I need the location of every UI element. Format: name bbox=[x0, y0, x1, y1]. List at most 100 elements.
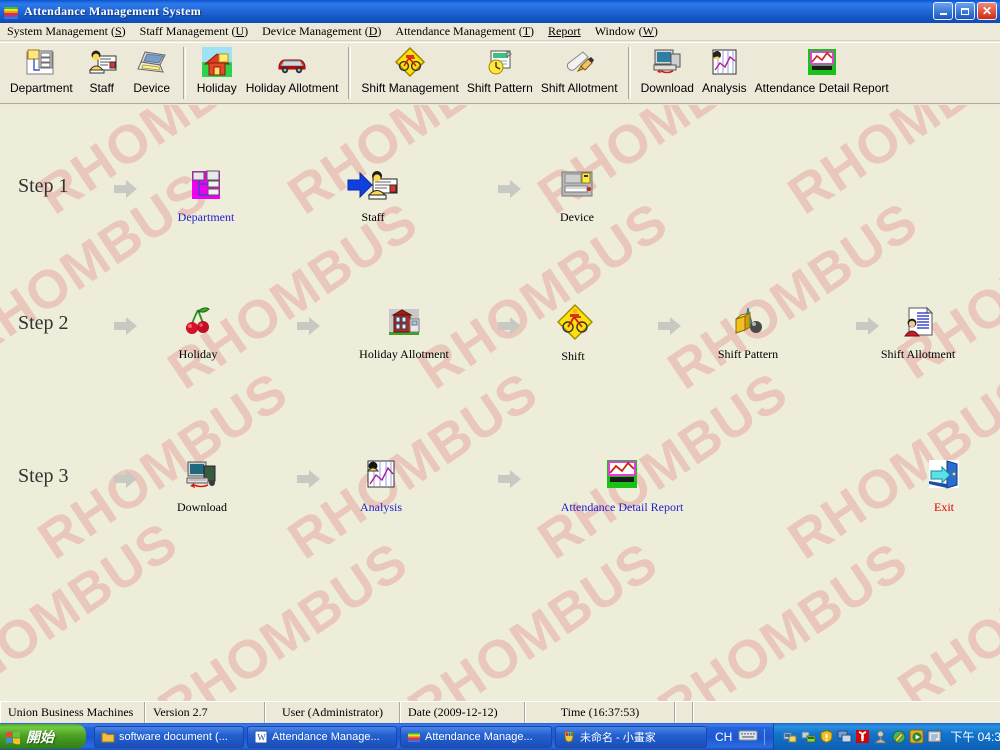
download-computer-icon bbox=[651, 46, 683, 78]
person-document-icon bbox=[901, 305, 935, 339]
task-button-attendance-app[interactable]: Attendance Manage... bbox=[400, 726, 552, 748]
network-connection-icon[interactable] bbox=[783, 729, 798, 744]
task-button-paint[interactable]: 未命名 - 小畫家 bbox=[555, 726, 707, 748]
node-exit[interactable]: Exit bbox=[874, 458, 1000, 515]
window-controls: ✕ bbox=[933, 2, 997, 20]
antivirus-icon[interactable] bbox=[855, 729, 870, 744]
holiday-allotment-car-icon bbox=[276, 46, 308, 78]
toolbar-label: Download bbox=[641, 81, 694, 95]
system-tray: 下午 04:37 bbox=[773, 723, 1000, 750]
analysis-chart-icon bbox=[364, 458, 398, 492]
step-row-1: Step 1 Department bbox=[0, 160, 1000, 260]
shield-icon[interactable] bbox=[819, 729, 834, 744]
node-label: Shift Allotment bbox=[881, 347, 955, 362]
paint-palette-icon bbox=[562, 730, 576, 744]
menu-item-device-management[interactable]: Device Management (D) bbox=[255, 23, 388, 40]
node-staff[interactable]: Staff bbox=[303, 168, 443, 225]
node-holiday-allotment[interactable]: Holiday Allotment bbox=[334, 305, 474, 362]
monitor-icon[interactable] bbox=[927, 729, 942, 744]
building-icon bbox=[387, 305, 421, 339]
step-2-label: Step 2 bbox=[18, 312, 69, 335]
language-bar[interactable]: CH bbox=[707, 729, 773, 745]
bicycle-sign-icon bbox=[556, 303, 590, 341]
node-shift-pattern[interactable]: Shift Pattern bbox=[678, 305, 818, 362]
menu-item-attendance-management[interactable]: Attendance Management (T) bbox=[388, 23, 541, 40]
menu-item-staff-management[interactable]: Staff Management (U) bbox=[133, 23, 255, 40]
toolbar-button-shift-management[interactable]: Shift Management bbox=[357, 45, 462, 95]
status-bar: Union Business Machines Version 2.7 User… bbox=[0, 701, 1000, 723]
exit-door-icon bbox=[927, 458, 961, 492]
workspace: RHOMBUS RHOMBUS RHOMBUS RHOMBUS RHOMBUS … bbox=[0, 105, 1000, 701]
shift-bicycle-sign-icon bbox=[394, 46, 426, 78]
close-icon: ✕ bbox=[982, 5, 992, 17]
toolbar-button-department[interactable]: Department bbox=[6, 45, 77, 95]
divider bbox=[764, 729, 765, 745]
node-shift[interactable]: Shift bbox=[503, 303, 643, 364]
toolbar-label: Staff bbox=[89, 81, 113, 95]
clock[interactable]: 下午 04:37 bbox=[950, 728, 1000, 745]
menu-item-report[interactable]: Report bbox=[541, 23, 588, 40]
close-button[interactable]: ✕ bbox=[977, 2, 997, 20]
toolbar-button-device[interactable]: Device bbox=[127, 45, 177, 95]
toolbar-label: Holiday bbox=[197, 81, 237, 95]
node-department[interactable]: Department bbox=[136, 168, 276, 225]
node-label: Holiday bbox=[179, 347, 218, 362]
toolbar-group-1: Department bbox=[6, 45, 177, 95]
user-account-icon[interactable] bbox=[873, 729, 888, 744]
menu-item-system-management[interactable]: System Management (S) bbox=[0, 23, 133, 40]
toolbar-button-analysis[interactable]: Analysis bbox=[698, 45, 751, 95]
toolbar-separator bbox=[628, 47, 631, 99]
node-analysis[interactable]: Analysis bbox=[311, 458, 451, 515]
step-row-2: Step 2 Holiday bbox=[0, 297, 1000, 397]
node-label: Holiday Allotment bbox=[359, 347, 449, 362]
device-laptop-icon bbox=[136, 46, 168, 78]
display-icon[interactable] bbox=[837, 729, 852, 744]
shift-allotment-pencil-icon bbox=[563, 46, 595, 78]
attendance-report-chart-icon bbox=[605, 458, 639, 492]
menu-label: Report bbox=[548, 24, 581, 38]
toolbar-button-attendance-detail-report[interactable]: Attendance Detail Report bbox=[751, 45, 893, 95]
cherries-icon bbox=[181, 305, 215, 339]
step-1-label: Step 1 bbox=[18, 175, 69, 198]
toolbar-button-download[interactable]: Download bbox=[637, 45, 698, 95]
task-list: software document (... W Attendance Mana… bbox=[94, 726, 707, 748]
toolbar-button-staff[interactable]: Staff bbox=[77, 45, 127, 95]
task-label: software document (... bbox=[119, 731, 228, 743]
node-holiday[interactable]: Holiday bbox=[128, 305, 268, 362]
analysis-chart-icon bbox=[708, 46, 740, 78]
node-attendance-detail-report[interactable]: Attendance Detail Report bbox=[552, 458, 692, 515]
task-button-software-document[interactable]: software document (... bbox=[94, 726, 244, 748]
toolbar-label: Attendance Detail Report bbox=[755, 81, 889, 95]
node-device[interactable]: Device bbox=[507, 168, 647, 225]
toolbar-label: Shift Allotment bbox=[541, 81, 618, 95]
node-label: Download bbox=[177, 500, 227, 515]
menu-accel: D bbox=[369, 24, 378, 38]
menu-accel: T bbox=[523, 24, 530, 38]
toolbar-button-holiday[interactable]: Holiday bbox=[192, 45, 242, 95]
toolbar-button-shift-allotment[interactable]: Shift Allotment bbox=[537, 45, 622, 95]
toolbar-label: Shift Pattern bbox=[467, 81, 533, 95]
application-window: Attendance Management System ✕ System Ma… bbox=[0, 0, 1000, 750]
node-download[interactable]: Download bbox=[132, 458, 272, 515]
node-shift-allotment[interactable]: Shift Allotment bbox=[848, 305, 988, 362]
ime-pen-icon[interactable] bbox=[891, 729, 906, 744]
maximize-button[interactable] bbox=[955, 2, 975, 20]
taskbar: 開始 software document (... W Attendance M… bbox=[0, 723, 1000, 750]
task-button-attendance-word[interactable]: W Attendance Manage... bbox=[247, 726, 397, 748]
rainbow-apple-icon bbox=[407, 730, 421, 744]
menu-item-window[interactable]: Window (W) bbox=[588, 23, 665, 40]
toolbar-label: Shift Management bbox=[361, 81, 458, 95]
device-reader-icon bbox=[560, 168, 594, 202]
start-button[interactable]: 開始 bbox=[0, 724, 86, 749]
network-activity-icon[interactable] bbox=[801, 729, 816, 744]
menu-label: Window bbox=[595, 24, 636, 38]
media-player-icon[interactable] bbox=[909, 729, 924, 744]
minimize-button[interactable] bbox=[933, 2, 953, 20]
toolbar-button-shift-pattern[interactable]: Shift Pattern bbox=[463, 45, 537, 95]
department-tree-icon bbox=[189, 168, 223, 202]
minimize-icon bbox=[940, 13, 947, 15]
status-user: User (Administrator) bbox=[265, 702, 400, 723]
toolbar-label: Department bbox=[10, 81, 73, 95]
toolbar-button-holiday-allotment[interactable]: Holiday Allotment bbox=[242, 45, 343, 95]
keyboard-icon[interactable] bbox=[738, 729, 758, 744]
